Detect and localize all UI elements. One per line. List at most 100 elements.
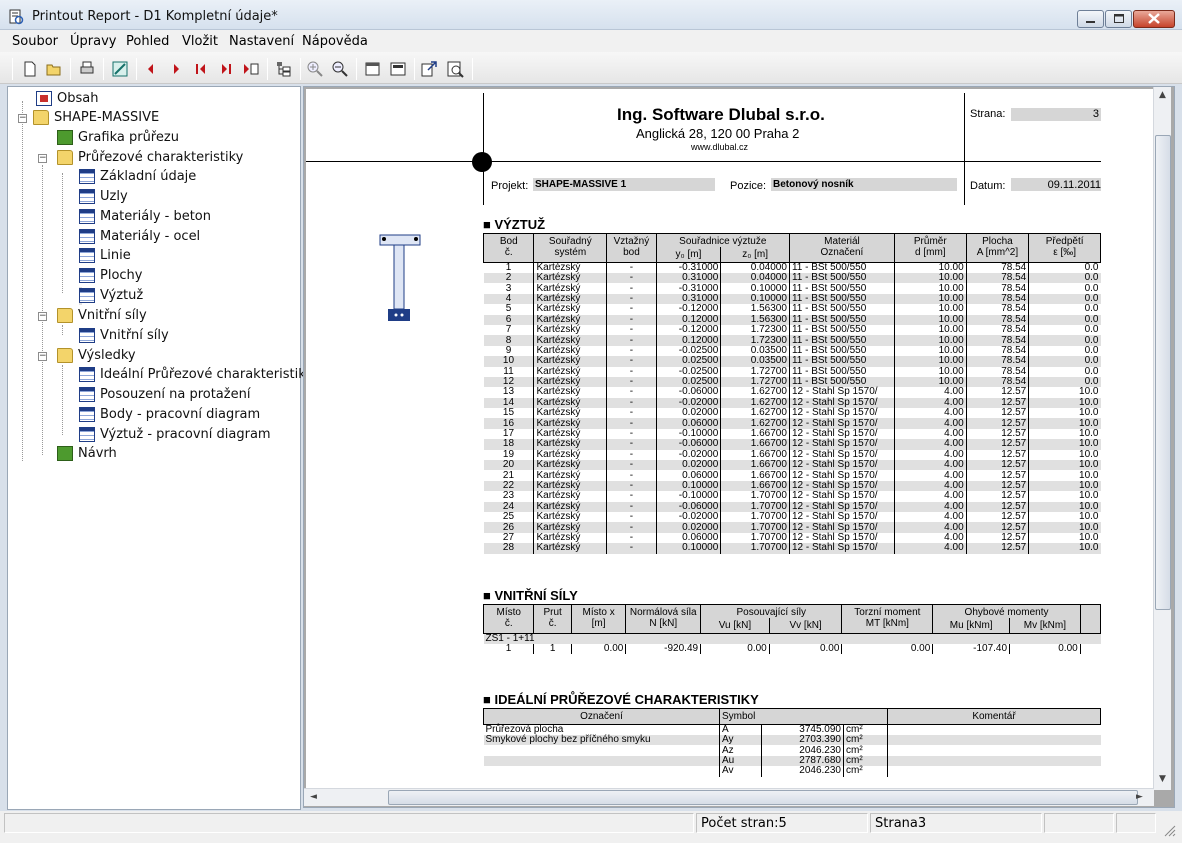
collapse-toggle[interactable]: −	[38, 312, 47, 321]
table-cell: Kartézský	[533, 543, 607, 554]
table-icon	[79, 209, 95, 224]
cross-section-thumbnail	[379, 234, 421, 321]
header-settings-icon[interactable]	[389, 60, 407, 78]
menu-soubor[interactable]: Soubor	[12, 34, 58, 49]
new-document-icon[interactable]	[21, 60, 39, 78]
goto-page-icon[interactable]	[242, 60, 260, 78]
section-title-vyztuz: ■ VÝZTUŽ	[483, 217, 546, 232]
horizontal-scrollbar[interactable]: ◄ ►	[304, 788, 1154, 806]
resize-grip-icon[interactable]	[1162, 823, 1176, 837]
scroll-left-icon[interactable]: ◄	[310, 792, 317, 802]
table-row: Smykové plochy bez příčného smyku Ay 2703.…	[483, 734, 1101, 746]
date-label: Datum:	[970, 180, 1006, 192]
contents-icon	[36, 91, 52, 106]
date-value: 09.11.2011	[1047, 179, 1101, 191]
menu-bar: Soubor Úpravy Pohled Vložit Nastavení Ná…	[0, 30, 1182, 52]
scroll-right-icon[interactable]: ►	[1136, 792, 1143, 802]
table-cell: 4.00	[893, 543, 967, 554]
window-title: Printout Report - D1 Kompletní údaje*	[32, 9, 278, 24]
collapse-toggle[interactable]: −	[18, 114, 27, 123]
last-page-icon[interactable]	[217, 60, 235, 78]
table-cell: 2046.230	[761, 766, 844, 777]
table-cell: 12 - Stahl Sp 1570/	[788, 543, 895, 554]
company-web: www.dlubal.cz	[691, 142, 749, 152]
col-souradnice: Souřadnice výztuže	[655, 233, 790, 247]
close-button[interactable]	[1133, 10, 1175, 28]
table-cell: 12 - Stahl Sp 1570/	[788, 511, 895, 523]
table-cell: Kartézský	[533, 272, 607, 284]
next-icon[interactable]	[167, 60, 185, 78]
table-cell: -	[606, 304, 657, 315]
toolbar	[0, 52, 1182, 84]
table-cell: -920.49	[625, 643, 701, 655]
forces-table: Místo č. Prut č. Místo x [m] Normálová síla…	[482, 604, 1102, 655]
col-ohybove-momenty: Ohybové momenty	[932, 604, 1081, 618]
table-cell: 1.70700	[720, 511, 790, 523]
table-cell: 7	[505, 324, 512, 336]
folder-icon	[33, 110, 49, 125]
table-cell: 11 - BSt 500/550	[788, 304, 895, 315]
table-cell: 0.00	[1009, 643, 1081, 655]
col-prut: Prut č.	[533, 604, 572, 634]
properties-icon[interactable]	[364, 60, 382, 78]
col-posouvajici-sily: Posouvající síly	[700, 604, 843, 618]
menu-napoveda[interactable]: Nápověda	[302, 34, 368, 49]
tree-item-vyztuz[interactable]: Výztuž	[79, 287, 143, 305]
col-predpeti: Předpětí ε [‰]	[1028, 233, 1101, 263]
table-cell: 10.0	[1028, 460, 1101, 471]
table-cell: 0.00	[841, 643, 933, 655]
col-symbol: Symbol	[719, 708, 888, 725]
col-torzni-moment: Torzní moment MT [kNm]	[841, 604, 934, 634]
page-corner-marker	[472, 152, 492, 172]
table-cell: 78.54	[965, 356, 1029, 367]
vertical-scrollbar[interactable]: ▲ ▼	[1153, 87, 1171, 790]
table-cell	[887, 735, 1101, 746]
table-icon	[79, 229, 95, 244]
graphics-icon	[57, 130, 73, 145]
table-cell: 12.57	[965, 543, 1029, 554]
menu-pohled[interactable]: Pohled	[126, 34, 169, 49]
scroll-down-icon[interactable]: ▼	[1159, 774, 1166, 784]
table-row: Az 2046.230 cm²	[484, 745, 1101, 756]
menu-nastaveni[interactable]: Nastavení	[229, 34, 294, 49]
table-row: 10 Kartézský -0.02500 0.03500 11 - BSt 500/5…	[483, 356, 1101, 367]
position-value: Betonový nosník	[773, 179, 854, 190]
table-cell: 10	[483, 356, 534, 367]
table-cell: cm²	[843, 766, 888, 777]
maximize-button[interactable]	[1105, 10, 1132, 28]
col-material: Materiál Označení	[788, 233, 895, 263]
zoom-in-icon[interactable]	[306, 60, 324, 78]
minimize-button[interactable]	[1077, 10, 1104, 28]
table-cell: 10.0	[1028, 408, 1101, 419]
export-icon[interactable]	[420, 60, 438, 78]
col-mu: Mu [kNm]	[932, 618, 1011, 634]
print-icon[interactable]	[78, 60, 96, 78]
zoom-out-icon[interactable]	[331, 60, 349, 78]
scroll-up-icon[interactable]: ▲	[1159, 90, 1166, 100]
table-cell: 0.02000	[655, 460, 721, 471]
table-icon	[79, 407, 95, 422]
first-page-icon[interactable]	[192, 60, 210, 78]
table-cell: 0.02000	[655, 408, 721, 419]
table-cell: 4.00	[893, 460, 967, 471]
collapse-toggle[interactable]: −	[38, 154, 47, 163]
page-setup-icon[interactable]	[111, 60, 129, 78]
previous-icon[interactable]	[142, 60, 160, 78]
table-cell: Kartézský	[533, 304, 607, 315]
menu-upravy[interactable]: Úpravy	[70, 34, 116, 49]
table-cell: -	[606, 460, 657, 471]
table-cell: Kartézský	[533, 356, 607, 367]
collapse-toggle[interactable]: −	[38, 352, 47, 361]
vertical-scroll-thumb[interactable]	[1155, 135, 1171, 610]
navigator-tree: Obsah − SHAPE-MASSIVE Grafika průřezu − …	[7, 86, 313, 810]
tree-view-icon[interactable]	[275, 60, 293, 78]
table-cell: -	[606, 408, 657, 419]
horizontal-scroll-thumb[interactable]	[388, 790, 1138, 805]
page-label: Strana:	[970, 108, 1006, 120]
menu-vlozit[interactable]: Vložit	[182, 34, 218, 49]
col-komentar: Komentář	[887, 708, 1101, 725]
section-title-vnitrni-sily: ■ VNITŘNÍ SÍLY	[483, 588, 578, 603]
open-folder-icon[interactable]	[45, 60, 63, 78]
print-preview-icon[interactable]	[446, 60, 464, 78]
table-icon	[79, 288, 95, 303]
